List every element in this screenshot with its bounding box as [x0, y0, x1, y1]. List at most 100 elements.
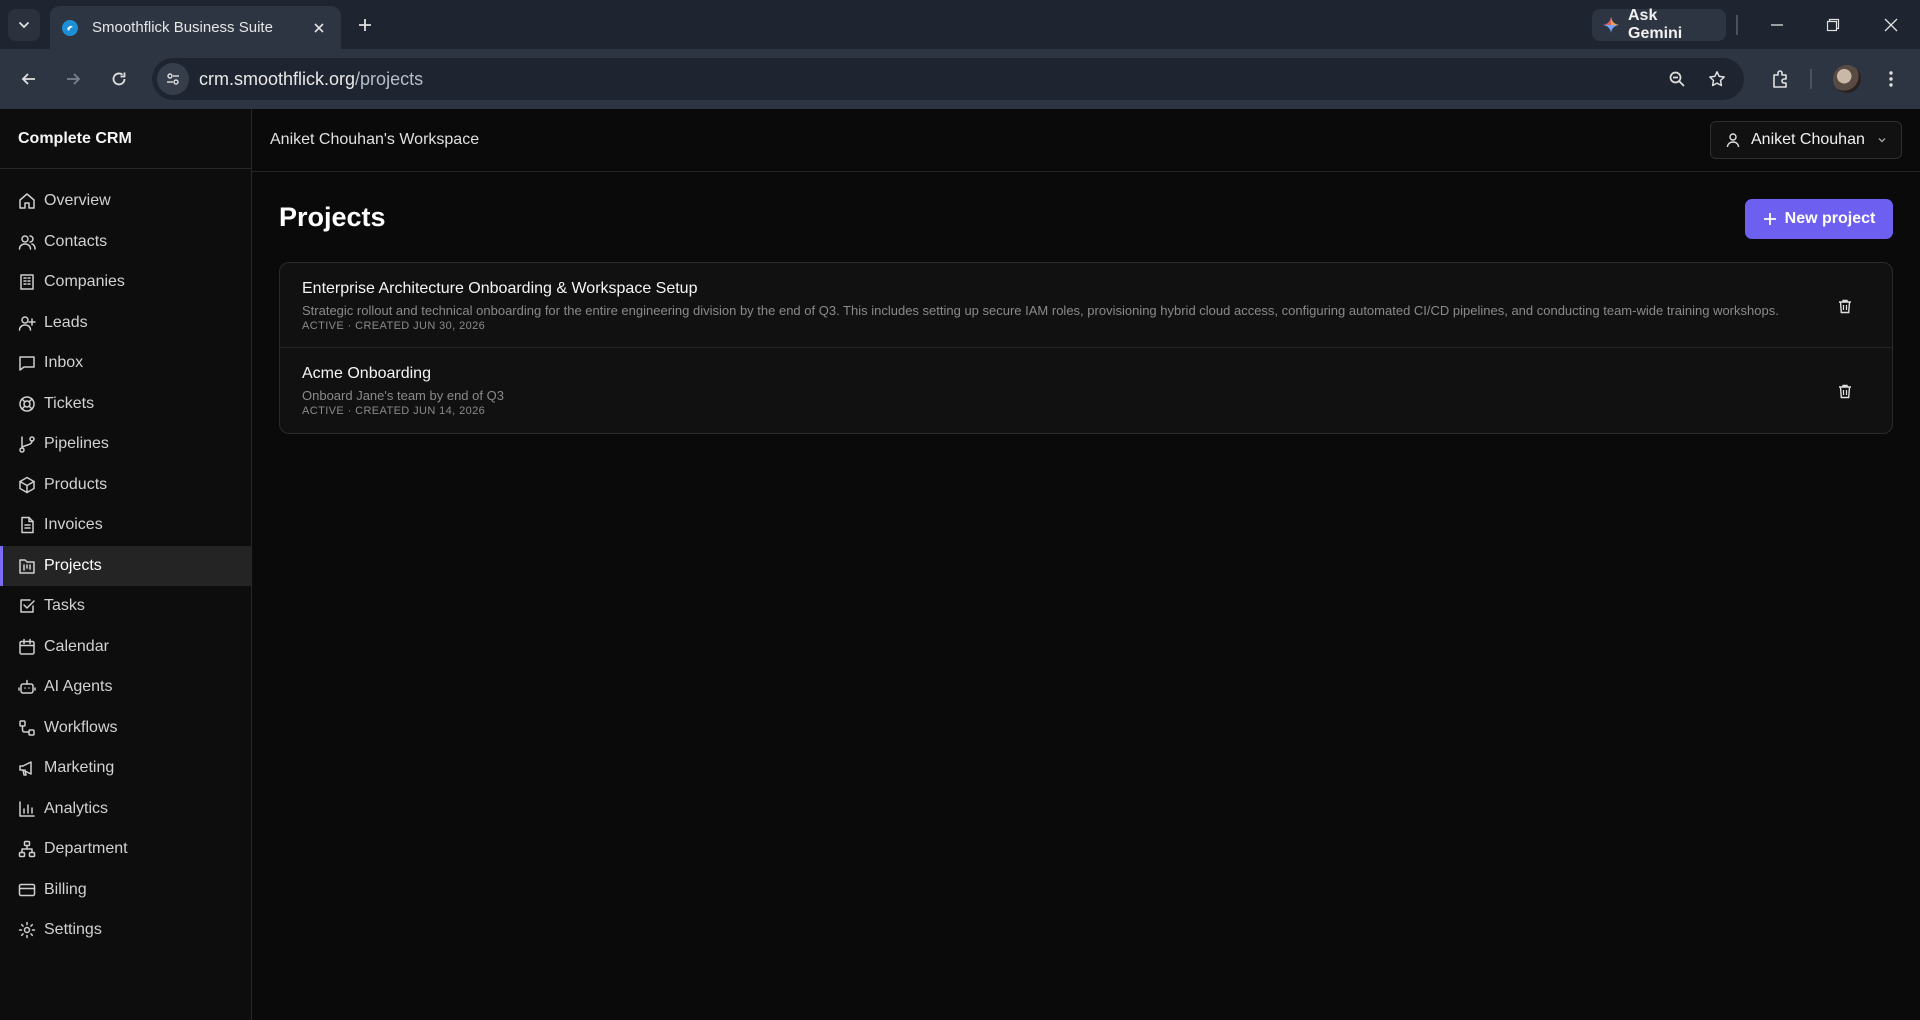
sidebar-item-inbox[interactable]: Inbox	[0, 343, 251, 384]
puzzle-icon	[1773, 70, 1787, 88]
project-name[interactable]: Acme Onboarding	[302, 365, 1822, 383]
sidebar-item-contacts[interactable]: Contacts	[0, 222, 251, 263]
star-icon	[1709, 71, 1725, 87]
gemini-sparkle-icon	[1603, 17, 1619, 33]
url-path: /projects	[355, 68, 424, 89]
sidebar-item-billing[interactable]: Billing	[0, 870, 251, 911]
sidebar-item-leads[interactable]: Leads	[0, 303, 251, 344]
sidebar-item-pipelines[interactable]: Pipelines	[0, 424, 251, 465]
sidebar-item-workflows[interactable]: Workflows	[0, 708, 251, 749]
back-button[interactable]	[14, 64, 44, 94]
reload-button[interactable]	[104, 64, 134, 94]
delete-project-button[interactable]	[1834, 380, 1856, 402]
project-meta: ACTIVE · CREATED JUN 30, 2026	[302, 320, 486, 332]
forward-button[interactable]	[58, 64, 88, 94]
new-project-button[interactable]: New project	[1745, 199, 1893, 239]
chevron-down-icon	[1878, 138, 1886, 143]
site-info-button[interactable]	[157, 63, 189, 95]
zoom-button[interactable]	[1662, 64, 1692, 94]
favicon-icon	[62, 19, 78, 36]
folder-kanban-icon	[18, 557, 36, 575]
restore-button[interactable]	[1820, 12, 1846, 38]
extensions-button[interactable]	[1766, 64, 1796, 94]
sidebar-item-label: Pipelines	[44, 435, 109, 453]
tune-icon	[167, 73, 179, 85]
sidebar-item-department[interactable]: Department	[0, 829, 251, 870]
address-bar[interactable]: crm.smoothflick.org/projects	[152, 58, 1744, 100]
project-row[interactable]: Enterprise Architecture Onboarding & Wor…	[280, 263, 1892, 348]
sidebar-nav: Overview Contacts Companies Leads Inbox Ticke…	[0, 169, 251, 951]
project-description: Strategic rollout and technical onboardi…	[302, 303, 1779, 318]
home-icon	[18, 192, 36, 210]
network-icon	[18, 840, 36, 858]
gear-icon	[18, 921, 36, 939]
arrow-left-icon	[21, 73, 35, 85]
sidebar-item-label: Contacts	[44, 232, 108, 250]
sidebar-item-products[interactable]: Products	[0, 465, 251, 506]
user-plus-icon	[18, 314, 36, 332]
sidebar-item-companies[interactable]: Companies	[0, 262, 251, 303]
ask-gemini-label: Ask Gemini	[1628, 7, 1683, 42]
app-topbar: Aniket Chouhan's Workspace Aniket Chouha…	[252, 109, 1920, 172]
divider	[1810, 69, 1812, 89]
profile-avatar[interactable]	[1833, 65, 1861, 93]
ask-gemini-button[interactable]: Ask Gemini	[1592, 7, 1726, 42]
divider	[1736, 15, 1738, 35]
browser-menu-button[interactable]	[1876, 64, 1906, 94]
sidebar-item-label: Department	[44, 840, 128, 858]
more-vertical-icon	[1889, 71, 1893, 87]
sidebar-item-ai-agents[interactable]: AI Agents	[0, 667, 251, 708]
new-tab-button[interactable]	[352, 12, 378, 38]
brand-name: Complete CRM	[0, 109, 251, 169]
sidebar-item-calendar[interactable]: Calendar	[0, 627, 251, 668]
check-square-icon	[18, 597, 36, 615]
users-icon	[18, 233, 36, 251]
minimize-button[interactable]	[1764, 12, 1790, 38]
tab-close-button[interactable]	[309, 18, 329, 38]
browser-toolbar: crm.smoothflick.org/projects	[0, 49, 1920, 109]
browser-tab-active[interactable]: Smoothflick Business Suite	[50, 6, 341, 49]
project-list: Enterprise Architecture Onboarding & Wor…	[279, 262, 1893, 434]
sidebar-item-label: Settings	[44, 921, 102, 939]
close-window-button[interactable]	[1878, 12, 1904, 38]
message-icon	[18, 354, 36, 372]
sidebar-item-label: Workflows	[44, 718, 118, 736]
project-name[interactable]: Enterprise Architecture Onboarding & Wor…	[302, 280, 1822, 298]
bookmark-button[interactable]	[1702, 64, 1732, 94]
browser-tabstrip: Smoothflick Business Suite Ask Gemini	[0, 0, 1920, 49]
sidebar-item-label: Inbox	[44, 354, 84, 372]
bar-chart-icon	[18, 800, 36, 818]
arrow-right-icon	[67, 73, 81, 85]
page-title: Projects	[279, 202, 386, 232]
sidebar-item-invoices[interactable]: Invoices	[0, 505, 251, 546]
url-text: crm.smoothflick.org/projects	[199, 69, 423, 90]
sidebar-item-label: Analytics	[44, 799, 109, 817]
sidebar: Complete CRM Overview Contacts Companies Le…	[0, 109, 252, 1020]
restore-icon	[1826, 18, 1840, 32]
user-menu-button[interactable]: Aniket Chouhan	[1710, 121, 1902, 159]
new-project-label: New project	[1784, 210, 1876, 227]
sidebar-item-overview[interactable]: Overview	[0, 181, 251, 222]
lifebuoy-icon	[18, 395, 36, 413]
sidebar-item-label: Companies	[44, 273, 125, 291]
sidebar-item-label: Tickets	[44, 394, 95, 412]
sidebar-item-tasks[interactable]: Tasks	[0, 586, 251, 627]
sidebar-item-label: AI Agents	[44, 678, 113, 696]
sidebar-item-label: Projects	[44, 556, 102, 574]
sidebar-item-settings[interactable]: Settings	[0, 910, 251, 951]
tab-search-button[interactable]	[8, 9, 40, 41]
project-row[interactable]: Acme Onboarding Onboard Jane's team by e…	[280, 348, 1892, 433]
chevron-down-icon	[19, 22, 29, 29]
sidebar-item-projects[interactable]: Projects	[0, 545, 251, 586]
package-icon	[18, 476, 36, 494]
plus-icon	[359, 19, 371, 31]
sidebar-item-tickets[interactable]: Tickets	[0, 384, 251, 425]
delete-project-button[interactable]	[1834, 295, 1856, 317]
calendar-icon	[18, 638, 36, 656]
project-meta: ACTIVE · CREATED JUN 14, 2026	[302, 405, 486, 417]
workspace-name: Aniket Chouhan's Workspace	[270, 131, 480, 148]
sidebar-item-analytics[interactable]: Analytics	[0, 789, 251, 830]
project-description: Onboard Jane's team by end of Q3	[302, 388, 504, 403]
reload-icon	[112, 72, 126, 86]
sidebar-item-marketing[interactable]: Marketing	[0, 748, 251, 789]
